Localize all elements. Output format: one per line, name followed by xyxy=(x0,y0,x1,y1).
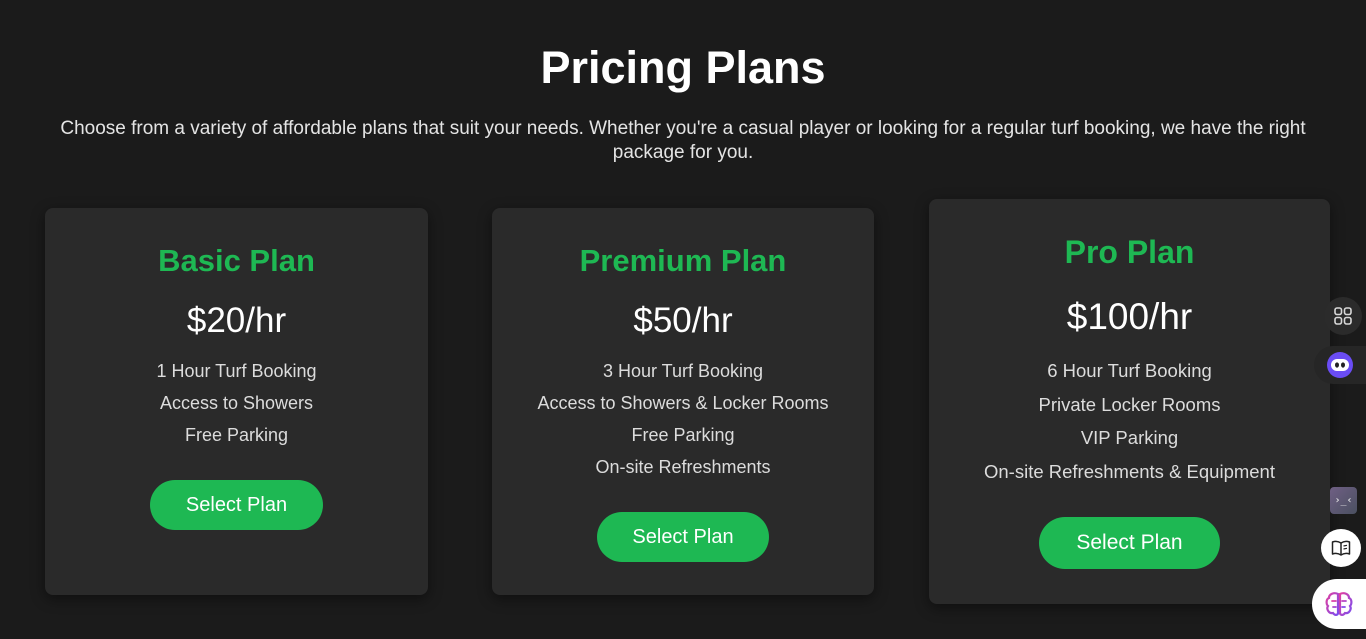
code-tool-icon[interactable]: ›_‹ xyxy=(1330,487,1357,514)
code-tool-glyph: ›_‹ xyxy=(1334,495,1353,506)
plan-features: 6 Hour Turf Booking Private Locker Rooms… xyxy=(929,357,1330,491)
plan-price: $20/hr xyxy=(186,301,287,340)
select-plan-button-basic[interactable]: Select Plan xyxy=(150,480,323,530)
reader-book-icon[interactable] xyxy=(1321,529,1361,567)
apps-grid-icon[interactable] xyxy=(1324,297,1362,335)
select-plan-button-premium[interactable]: Select Plan xyxy=(597,512,769,562)
plan-feature: 6 Hour Turf Booking xyxy=(1047,360,1212,381)
plan-feature: On-site Refreshments xyxy=(595,457,771,477)
plan-name: Premium Plan xyxy=(579,243,787,278)
plan-feature: 1 Hour Turf Booking xyxy=(156,361,317,381)
assistant-bot-icon[interactable] xyxy=(1314,346,1366,384)
plan-feature: VIP Parking xyxy=(1080,427,1179,448)
plan-name: Basic Plan xyxy=(158,243,315,278)
plan-feature: Private Locker Rooms xyxy=(1038,393,1221,415)
pricing-page: Pricing Plans Choose from a variety of a… xyxy=(0,0,1366,639)
ai-brain-icon[interactable] xyxy=(1312,579,1366,629)
plan-feature: Free Parking xyxy=(184,425,289,445)
plan-card-pro[interactable]: Pro Plan $100/hr 6 Hour Turf Booking Pri… xyxy=(929,199,1330,604)
page-title: Pricing Plans xyxy=(540,42,826,93)
plan-price: $50/hr xyxy=(633,301,733,340)
plan-name: Pro Plan xyxy=(1064,234,1195,270)
plan-feature: 3 Hour Turf Booking xyxy=(602,361,764,381)
plan-feature: Access to Showers & Locker Rooms xyxy=(537,393,829,413)
plan-feature: On-site Refreshments & Equipment xyxy=(984,460,1275,482)
plan-features: 3 Hour Turf Booking Access to Showers & … xyxy=(492,358,874,486)
plan-feature: Free Parking xyxy=(631,425,735,445)
plan-feature: Access to Showers xyxy=(159,393,314,413)
plan-card-basic: Basic Plan $20/hr 1 Hour Turf Booking Ac… xyxy=(45,208,428,595)
page-subtitle: Choose from a variety of affordable plan… xyxy=(60,118,1306,163)
plan-features: 1 Hour Turf Booking Access to Showers Fr… xyxy=(45,358,428,454)
plan-card-premium: Premium Plan $50/hr 3 Hour Turf Booking … xyxy=(492,208,874,595)
select-plan-button-pro[interactable]: Select Plan xyxy=(1039,517,1220,569)
plan-price: $100/hr xyxy=(1066,296,1193,337)
